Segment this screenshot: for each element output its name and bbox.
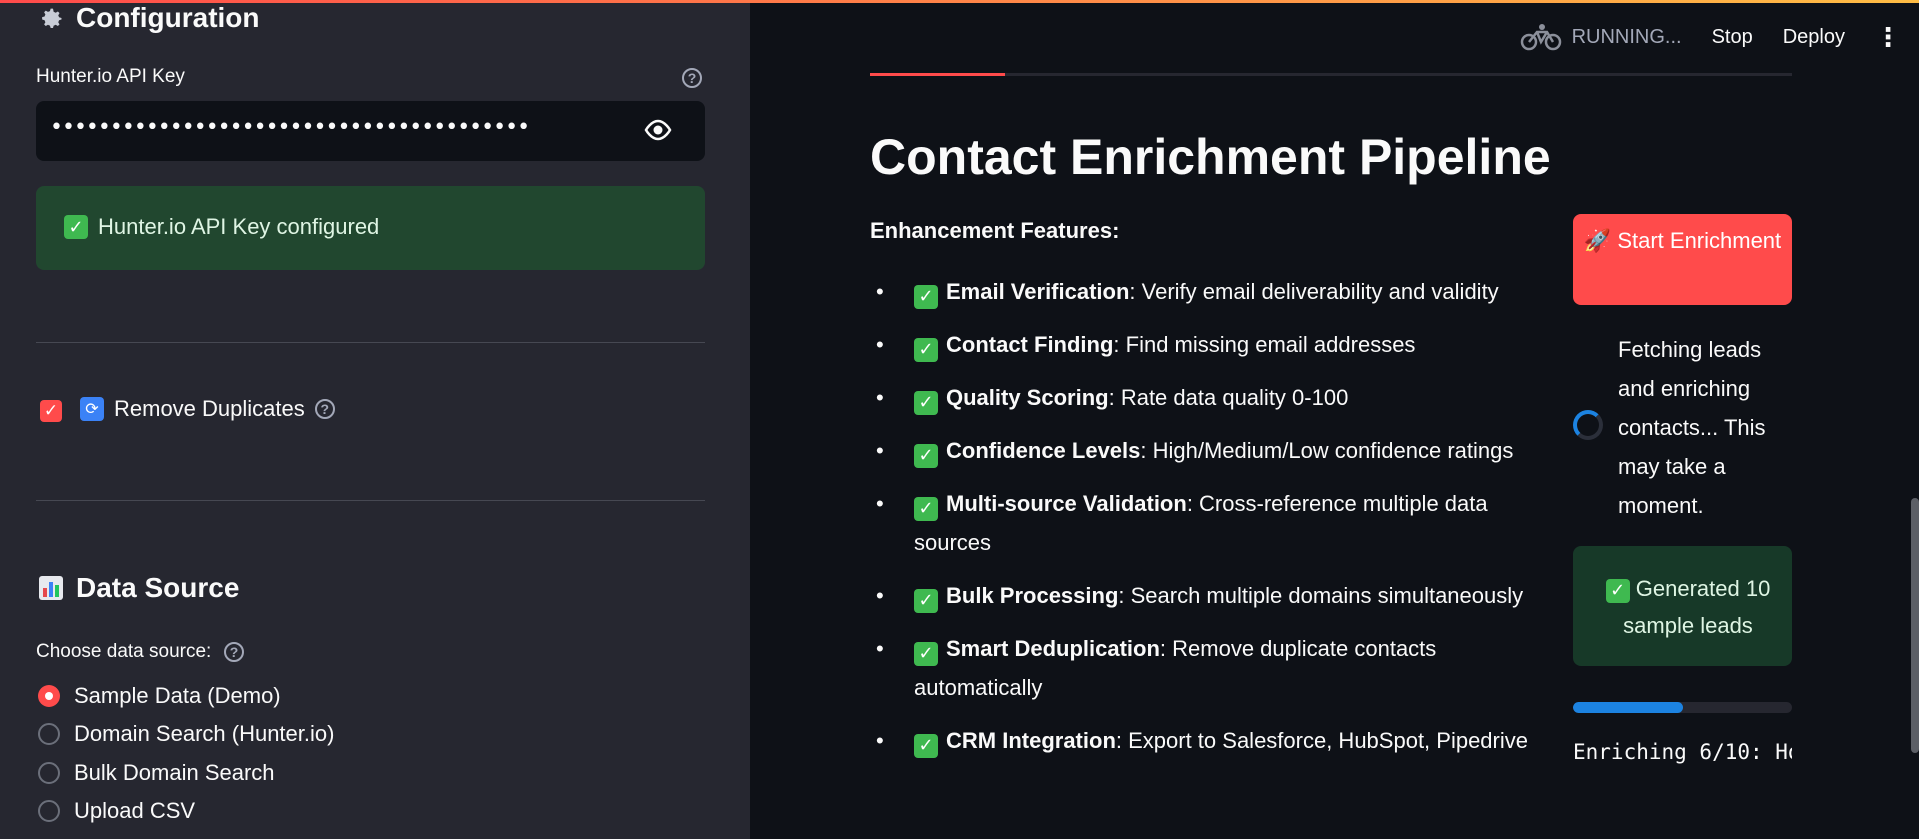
- feature-desc: : Search multiple domains simultaneously: [1118, 583, 1524, 608]
- check-mark-icon: ✓: [914, 337, 938, 362]
- tab-active-indicator[interactable]: [870, 73, 1005, 76]
- loading-spinner-icon: [1573, 410, 1603, 440]
- page-title: Contact Enrichment Pipeline: [870, 129, 1551, 185]
- list-item: ✓Multi-source Validation: Cross-referenc…: [870, 484, 1560, 562]
- sidebar: Configuration Hunter.io API Key ? ••••••…: [0, 0, 750, 839]
- running-status: RUNNING...: [1520, 22, 1682, 52]
- check-mark-icon: ✓: [64, 215, 88, 239]
- main-menu-icon[interactable]: ⋮: [1875, 24, 1901, 50]
- feature-name: Email Verification: [946, 279, 1130, 304]
- feature-name: Contact Finding: [946, 332, 1114, 357]
- api-key-label: Hunter.io API Key: [36, 66, 185, 87]
- remove-duplicates-label: Remove Duplicates: [114, 396, 305, 421]
- api-key-value: ••••••••••••••••••••••••••••••••••••••••: [50, 115, 530, 140]
- check-mark-icon: ✓: [914, 390, 938, 415]
- feature-desc: : Rate data quality 0-100: [1108, 385, 1349, 410]
- remove-duplicates-label-row[interactable]: ⟳ Remove Duplicates ?: [80, 396, 335, 422]
- feature-name: Quality Scoring: [946, 385, 1109, 410]
- list-item: ✓ Bulk Processing: Search multiple domain…: [870, 576, 1560, 615]
- check-mark-icon: ✓: [914, 641, 938, 666]
- api-key-input[interactable]: ••••••••••••••••••••••••••••••••••••••••: [36, 101, 705, 161]
- data-source-heading: Data Source: [36, 572, 239, 604]
- refresh-icon: ⟳: [80, 397, 104, 421]
- start-enrichment-button[interactable]: 🚀 Start Enrichment: [1573, 214, 1792, 305]
- eye-icon[interactable]: [643, 119, 673, 141]
- list-item: ✓ Quality Scoring: Rate data quality 0-10…: [870, 378, 1560, 417]
- remove-duplicates-checkbox[interactable]: ✓: [40, 400, 62, 422]
- radio-button[interactable]: [38, 762, 60, 784]
- list-item: ✓ Confidence Levels: High/Medium/Low conf…: [870, 431, 1560, 470]
- check-mark-icon: ✓: [914, 284, 938, 309]
- configuration-heading: Configuration: [36, 2, 260, 34]
- radio-button[interactable]: [38, 723, 60, 745]
- generated-leads-text: Generated 10 sample leads: [1623, 576, 1771, 638]
- progress-bar: [1573, 702, 1792, 713]
- deploy-button[interactable]: Deploy: [1783, 26, 1845, 49]
- divider: [36, 342, 705, 343]
- features-list: ✓ Email Verification: Verify email delive…: [870, 272, 1560, 774]
- feature-desc: : Verify email deliverability and validi…: [1129, 279, 1499, 304]
- feature-name: Smart Deduplication: [946, 636, 1160, 661]
- generated-leads-alert: ✓ Generated 10 sample leads: [1573, 546, 1792, 666]
- list-item: ✓ Email Verification: Verify email delive…: [870, 272, 1560, 311]
- check-mark-icon: ✓: [1605, 578, 1630, 603]
- list-item: ✓Smart Deduplication: Remove duplicate c…: [870, 629, 1560, 707]
- bar-chart-icon: [36, 573, 66, 603]
- gear-icon: [36, 3, 66, 33]
- fetching-status-text: Fetching leads and enriching contacts...…: [1618, 337, 1766, 518]
- radio-label: Upload CSV: [74, 798, 196, 823]
- list-item: ✓ CRM Integration: Export to Salesforce, …: [870, 721, 1560, 760]
- feature-name: Bulk Processing: [946, 583, 1119, 608]
- progress-bar-fill: [1573, 702, 1683, 713]
- radio-option-domain-search[interactable]: Domain Search (Hunter.io): [38, 721, 334, 747]
- radio-label: Domain Search (Hunter.io): [74, 721, 335, 746]
- tab-bar: [870, 73, 1792, 76]
- check-mark-icon: ✓: [914, 588, 938, 613]
- radio-option-upload-csv[interactable]: Upload CSV: [38, 798, 195, 824]
- main-content: RUNNING... Stop Deploy ⋮ Contact Enrichm…: [750, 0, 1919, 839]
- enriching-status-text: Enriching 6/10: Ho: [1573, 740, 1792, 764]
- features-heading: Enhancement Features:: [870, 218, 1120, 243]
- top-decoration-stripe: [0, 0, 1919, 3]
- api-key-success-text: Hunter.io API Key configured: [98, 214, 380, 239]
- radio-label: Bulk Domain Search: [74, 760, 275, 785]
- feature-desc: : Find missing email addresses: [1113, 332, 1416, 357]
- check-mark-icon: ✓: [914, 733, 938, 758]
- scrollbar[interactable]: [1911, 498, 1919, 753]
- check-mark-icon: ✓: [914, 443, 938, 468]
- app-header: RUNNING... Stop Deploy ⋮: [1520, 20, 1919, 54]
- bicycle-icon: [1520, 24, 1561, 51]
- configuration-heading-text: Configuration: [76, 2, 260, 33]
- radio-option-bulk-domain-search[interactable]: Bulk Domain Search: [38, 760, 275, 786]
- radio-button[interactable]: [38, 685, 60, 707]
- radio-option-sample-data[interactable]: Sample Data (Demo): [38, 683, 281, 709]
- divider: [36, 500, 705, 501]
- feature-name: CRM Integration: [946, 728, 1116, 753]
- help-icon[interactable]: ?: [682, 68, 702, 88]
- feature-desc: : High/Medium/Low confidence ratings: [1140, 438, 1514, 463]
- choose-source-label: Choose data source:: [36, 641, 212, 662]
- feature-name: Confidence Levels: [946, 438, 1141, 463]
- radio-label: Sample Data (Demo): [74, 683, 281, 708]
- help-icon[interactable]: ?: [314, 399, 335, 419]
- running-status-text: RUNNING...: [1571, 25, 1682, 48]
- check-mark-icon: ✓: [914, 496, 938, 521]
- feature-desc: : Export to Salesforce, HubSpot, Pipedri…: [1115, 728, 1528, 753]
- list-item: ✓ Contact Finding: Find missing email add…: [870, 325, 1560, 364]
- feature-name: Multi-source Validation: [946, 491, 1187, 516]
- api-key-success-alert: ✓ Hunter.io API Key configured: [36, 186, 705, 270]
- data-source-heading-text: Data Source: [76, 572, 240, 603]
- stop-button[interactable]: Stop: [1712, 26, 1753, 49]
- help-icon[interactable]: ?: [224, 642, 244, 662]
- radio-button[interactable]: [38, 800, 60, 822]
